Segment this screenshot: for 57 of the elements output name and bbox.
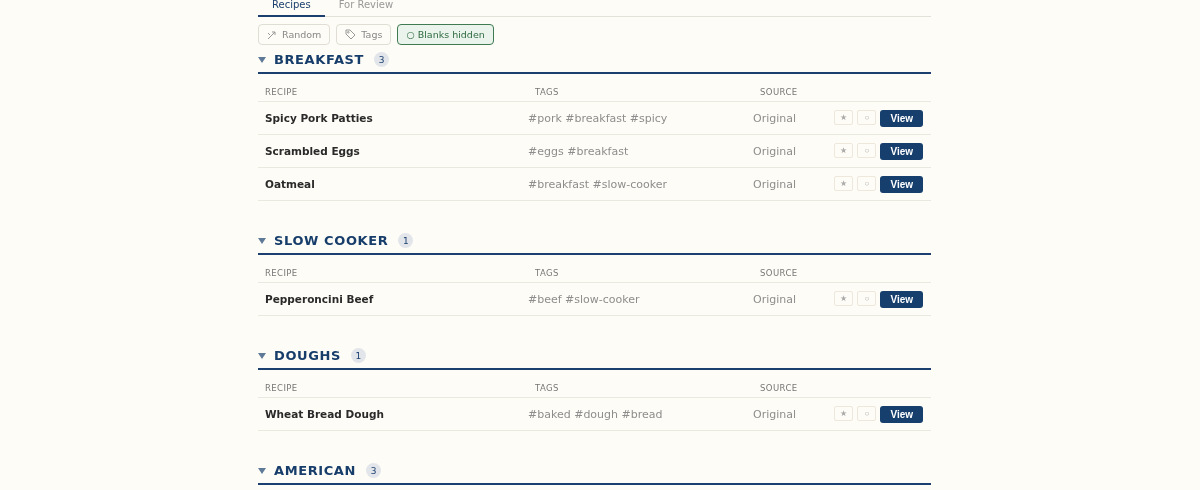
recipe-source: Original xyxy=(753,177,798,191)
recipe-name: Wheat Bread Dough xyxy=(264,408,385,420)
column-header: SOURCE xyxy=(759,86,799,97)
recipe-name: Scrambled Eggs xyxy=(264,145,361,157)
recipe-source: Original xyxy=(753,292,798,306)
mark-button[interactable]: ○ xyxy=(857,405,877,421)
collapse-triangle-icon[interactable] xyxy=(258,237,266,244)
recipe-name: Oatmeal xyxy=(264,178,316,190)
column-header: TAGS xyxy=(534,86,560,97)
column-header: RECIPE xyxy=(264,86,299,97)
recipe-tags: #beef #slow-cooker xyxy=(528,292,753,306)
section-title: SLOW COOKER xyxy=(274,233,389,248)
recipe-name: Spicy Pork Patties xyxy=(264,112,374,124)
view-button[interactable]: View xyxy=(880,290,923,308)
mark-button[interactable]: ○ xyxy=(857,290,877,306)
favorite-button[interactable]: ★ xyxy=(834,109,854,125)
collapse-triangle-icon[interactable] xyxy=(258,467,266,474)
tag-icon xyxy=(345,29,357,40)
section-title: BREAKFAST xyxy=(274,52,364,67)
view-button[interactable]: View xyxy=(880,142,923,160)
column-header: SOURCE xyxy=(759,382,799,393)
favorite-button[interactable]: ★ xyxy=(834,175,854,191)
tab[interactable]: For Review xyxy=(324,0,408,17)
favorite-button[interactable]: ★ xyxy=(834,290,854,306)
recipe-tags: #baked #dough #bread xyxy=(528,407,753,421)
view-button[interactable]: View xyxy=(880,175,923,193)
count-badge: 1 xyxy=(350,348,366,363)
recipe-tags: #pork #breakfast #spicy xyxy=(528,111,753,125)
recipe-name: Pepperoncini Beef xyxy=(264,293,375,305)
count-badge: 3 xyxy=(366,463,381,478)
favorite-button[interactable]: ★ xyxy=(834,142,854,158)
column-header: SOURCE xyxy=(759,267,799,278)
mark-button[interactable]: ○ xyxy=(857,142,877,158)
random-button[interactable]: Random xyxy=(258,24,331,45)
recipe-tags: #breakfast #slow-cooker xyxy=(528,177,753,191)
column-header: RECIPE xyxy=(264,382,299,393)
section-title: DOUGHS xyxy=(274,348,341,363)
mark-button[interactable]: ○ xyxy=(857,175,877,191)
column-header: RECIPE xyxy=(264,267,299,278)
column-header: TAGS xyxy=(534,267,560,278)
favorite-button[interactable]: ★ xyxy=(834,405,854,421)
tags-button[interactable]: Tags xyxy=(336,24,392,45)
recipe-source: Original xyxy=(753,407,798,421)
collapse-triangle-icon[interactable] xyxy=(258,56,266,63)
count-badge: 3 xyxy=(374,52,389,67)
section-title: AMERICAN xyxy=(274,463,356,478)
view-button[interactable]: View xyxy=(880,405,923,423)
collapse-triangle-icon[interactable] xyxy=(258,352,266,359)
recipe-tags: #eggs #breakfast xyxy=(528,144,753,158)
tab[interactable]: Recipes xyxy=(258,0,325,17)
view-button[interactable]: View xyxy=(880,109,923,127)
mark-button[interactable]: ○ xyxy=(857,109,877,125)
recipe-source: Original xyxy=(753,111,798,125)
blanks-button[interactable]: ○ Blanks hidden xyxy=(397,24,494,45)
column-header: TAGS xyxy=(534,382,560,393)
recipe-source: Original xyxy=(753,144,798,158)
count-badge: 1 xyxy=(398,233,414,248)
